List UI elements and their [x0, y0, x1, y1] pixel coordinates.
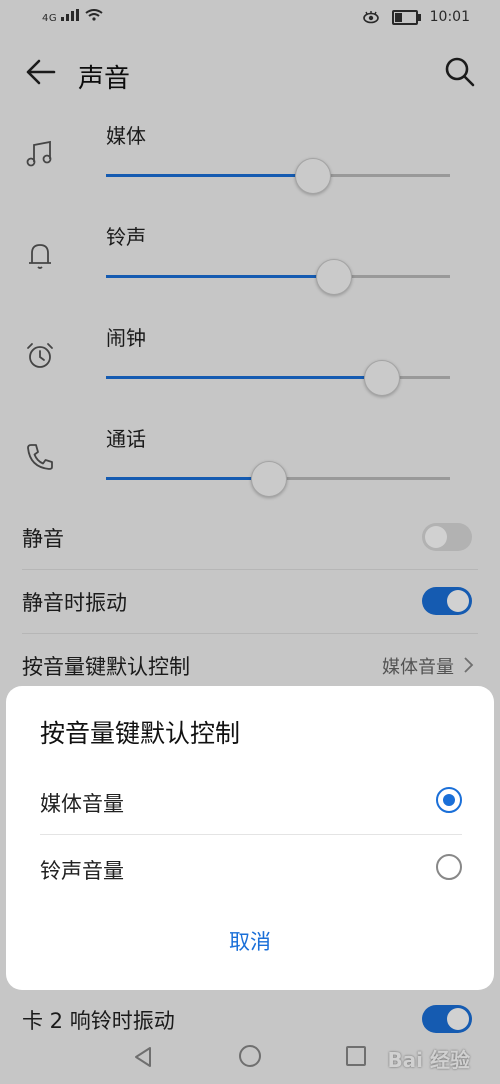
radio-button[interactable] — [436, 854, 462, 880]
cancel-button[interactable]: 取消 — [6, 926, 494, 956]
option-label: 媒体音量 — [40, 792, 124, 816]
option-media-volume[interactable]: 媒体音量 — [40, 769, 462, 835]
volume-key-dialog: 按音量键默认控制 媒体音量 铃声音量 取消 — [6, 686, 494, 990]
radio-button[interactable] — [436, 787, 462, 813]
option-divider — [40, 834, 462, 835]
option-label: 铃声音量 — [40, 859, 124, 883]
dialog-title: 按音量键默认控制 — [40, 719, 241, 748]
option-ringtone-volume[interactable]: 铃声音量 — [40, 836, 462, 902]
